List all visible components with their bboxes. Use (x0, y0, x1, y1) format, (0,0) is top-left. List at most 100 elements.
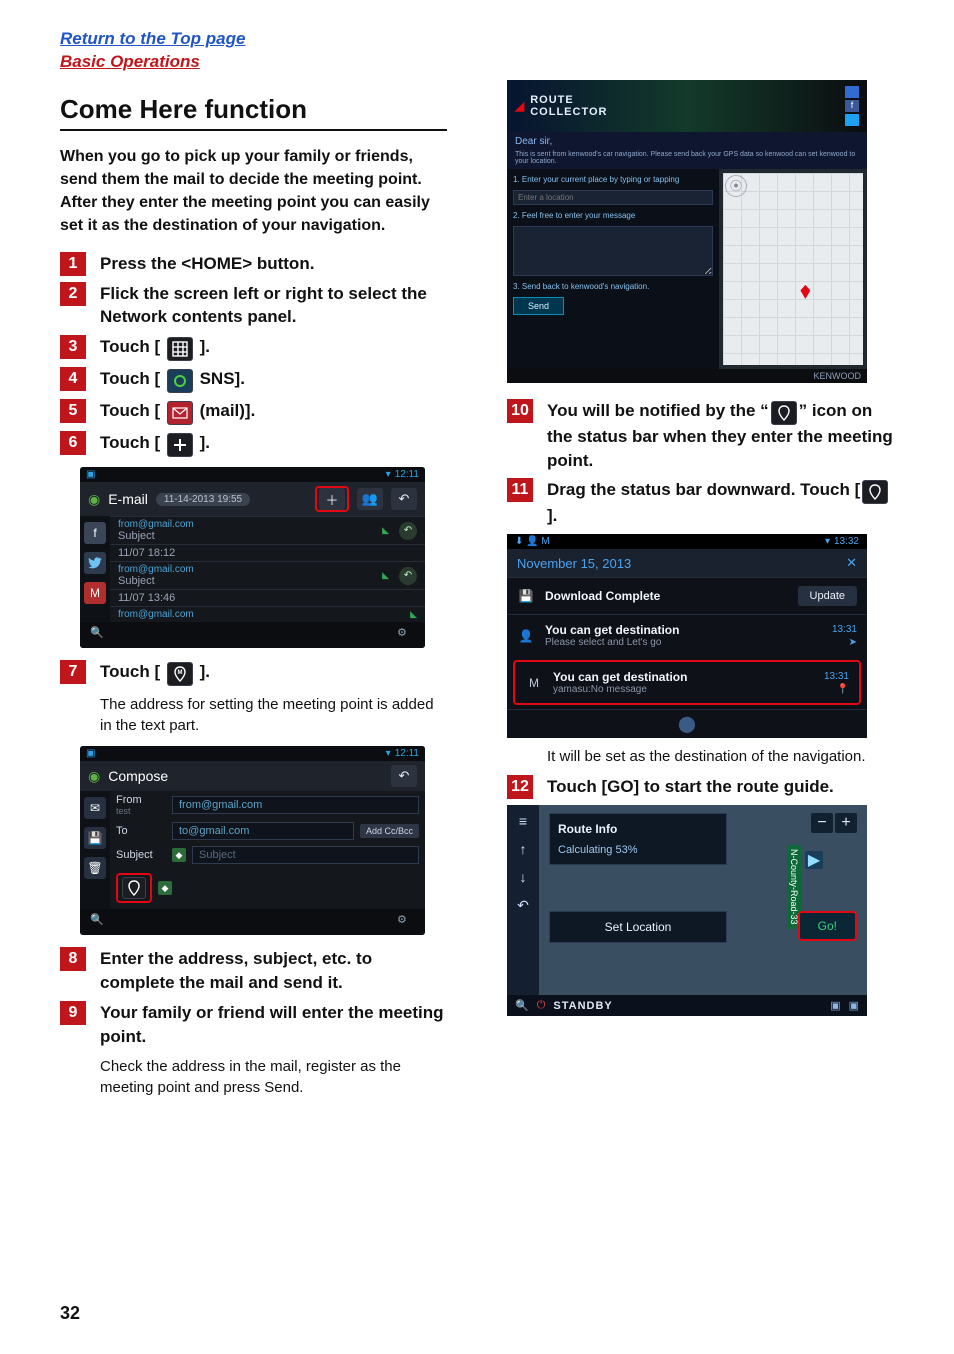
panel-icon[interactable]: ▣ (830, 999, 840, 1012)
step-text: Enter the address, subject, etc. to comp… (100, 947, 447, 995)
rc-footer-brand: KENWOOD (813, 371, 861, 381)
gmail-icon[interactable]: M (84, 582, 106, 604)
back-button[interactable]: ↶ (391, 765, 417, 787)
add-cc-bcc-button[interactable]: Add Cc/Bcc (360, 824, 419, 838)
step-text: Drag the status bar downward. Touch [ ]. (547, 478, 894, 528)
step-fragment: ]. (200, 662, 210, 681)
step-number: 3 (60, 335, 86, 359)
to-input[interactable]: to@gmail.com (172, 822, 354, 840)
mail-row[interactable]: from@gmail.com ◣ (110, 606, 425, 622)
update-button[interactable]: Update (798, 586, 857, 606)
to-label: To (116, 825, 166, 837)
rc-salutation: Dear sir, (507, 132, 867, 151)
step-fragment: Touch [ (100, 433, 160, 452)
step-text: Touch [ SNS]. (100, 367, 447, 393)
step-1: 1 Press the <HOME> button. (60, 252, 447, 276)
date-chip[interactable]: 11-14-2013 19:55 (156, 493, 250, 506)
pin-m-icon (862, 480, 888, 504)
menu-icon[interactable]: ≡ (519, 813, 527, 829)
pin-m-button[interactable] (122, 877, 146, 899)
rc-message-input[interactable] (513, 226, 713, 276)
share-tw-icon[interactable] (845, 114, 859, 126)
down-icon[interactable]: ↓ (520, 869, 527, 885)
notif-row-highlighted[interactable]: M You can get destination yamasu:No mess… (513, 660, 861, 705)
pin-small-icon: 📍 (837, 684, 849, 695)
step-12: 12 Touch [GO] to start the route guide. (507, 775, 894, 799)
trash-icon[interactable]: 🗑 (84, 857, 106, 879)
go-button[interactable]: Go! (798, 911, 857, 941)
rc-step2: 2. Feel free to enter your message (513, 211, 713, 220)
new-mail-button[interactable]: ＋ (319, 488, 345, 510)
attach-icon[interactable]: ◆ (172, 848, 186, 862)
drag-handle-icon[interactable]: ⬤ (507, 709, 867, 738)
step-11-note: It will be set as the destination of the… (547, 746, 894, 767)
step-number: 7 (60, 660, 86, 684)
mail-row[interactable]: from@gmail.com Subject ◣ ↶ (110, 561, 425, 589)
step-fragment: ]. (547, 506, 557, 525)
step-text: Touch [GO] to start the route guide. (547, 775, 894, 799)
screen-title: Compose (108, 768, 168, 784)
status-left-icon: ▣ (86, 748, 95, 759)
step-text: Your family or friend will enter the mee… (100, 1001, 447, 1049)
step-number: 1 (60, 252, 86, 276)
notif-time: 13:31 (832, 624, 857, 635)
back-button[interactable]: ↶ (391, 488, 417, 510)
notif-row[interactable]: 👤 You can get destination Please select … (507, 614, 867, 656)
close-icon[interactable]: ✕ (846, 555, 857, 571)
subject-input[interactable]: Subject (192, 846, 419, 864)
mail-from: from@gmail.com (118, 564, 372, 575)
step-fragment: SNS]. (200, 369, 245, 388)
send-icon[interactable]: ✉ (84, 797, 106, 819)
search-icon[interactable]: 🔍 (90, 626, 108, 644)
step-number: 2 (60, 282, 86, 306)
twitter-icon[interactable] (84, 552, 106, 574)
notif-row[interactable]: 💾 Download Complete Update (507, 577, 867, 614)
brand-word-1: ROUTE (530, 94, 574, 106)
status-time: 13:32 (834, 536, 859, 547)
up-icon[interactable]: ↑ (520, 841, 527, 857)
reply-icon[interactable]: ↶ (399, 522, 417, 540)
step-9-note: Check the address in the mail, register … (100, 1056, 447, 1098)
link-return-top[interactable]: Return to the Top page (60, 28, 894, 51)
link-basic-ops[interactable]: Basic Operations (60, 51, 894, 74)
side-tabs: f M (80, 516, 110, 622)
search-icon[interactable]: 🔍 (90, 913, 108, 931)
share-mail-icon[interactable] (845, 86, 859, 98)
mail-subject: Subject (118, 575, 372, 587)
step-fragment: You will be notified by the “ (547, 401, 769, 420)
rc-map[interactable]: ⦿ (719, 169, 867, 369)
zoom-out-icon[interactable]: − (811, 813, 833, 833)
zoom-in-icon[interactable]: + (835, 813, 857, 833)
facebook-icon[interactable]: f (84, 522, 106, 544)
rc-send-button[interactable]: Send (513, 297, 564, 315)
mail-icon (167, 401, 193, 425)
panel2-icon[interactable]: ▣ (849, 999, 859, 1012)
locate-me-icon[interactable]: ⦿ (725, 175, 747, 197)
gear-icon[interactable]: ⚙ (397, 626, 415, 644)
nav-map[interactable]: − + Route Info Calculating 53% N-County-… (539, 805, 867, 995)
set-location-button[interactable]: Set Location (549, 911, 727, 943)
intro-text: When you go to pick up your family or fr… (60, 145, 447, 238)
step-fragment: ]. (200, 433, 210, 452)
step-9: 9 Your family or friend will enter the m… (60, 1001, 447, 1049)
save-icon[interactable]: 💾 (84, 827, 106, 849)
gear-icon[interactable]: ⚙ (397, 913, 415, 931)
rc-location-input[interactable] (513, 190, 713, 205)
route-calc-text: Calculating 53% (558, 844, 718, 856)
attach-icon[interactable]: ◆ (158, 881, 172, 895)
share-fb-icon[interactable]: f (845, 100, 859, 112)
power-icon[interactable]: ⏻ (537, 999, 546, 1012)
notif-title: You can get destination (553, 670, 687, 684)
notif-sub: yamasu:No message (553, 684, 687, 695)
mail-row[interactable]: from@gmail.com Subject ◣ ↶ (110, 516, 425, 544)
from-input[interactable]: from@gmail.com (172, 796, 419, 814)
top-links: Return to the Top page Basic Operations (60, 28, 894, 74)
undo-icon[interactable]: ↶ (517, 897, 529, 914)
mail-from: from@gmail.com (118, 519, 372, 530)
contacts-button[interactable]: 👥 (357, 488, 383, 510)
status-icons: ⬇ 👤 M (515, 536, 550, 547)
step-fragment: Drag the status bar downward. Touch [ (547, 480, 860, 499)
search-icon[interactable]: 🔍 (515, 999, 529, 1012)
reply-icon[interactable]: ↶ (399, 567, 417, 585)
route-info-title: Route Info (558, 822, 718, 836)
